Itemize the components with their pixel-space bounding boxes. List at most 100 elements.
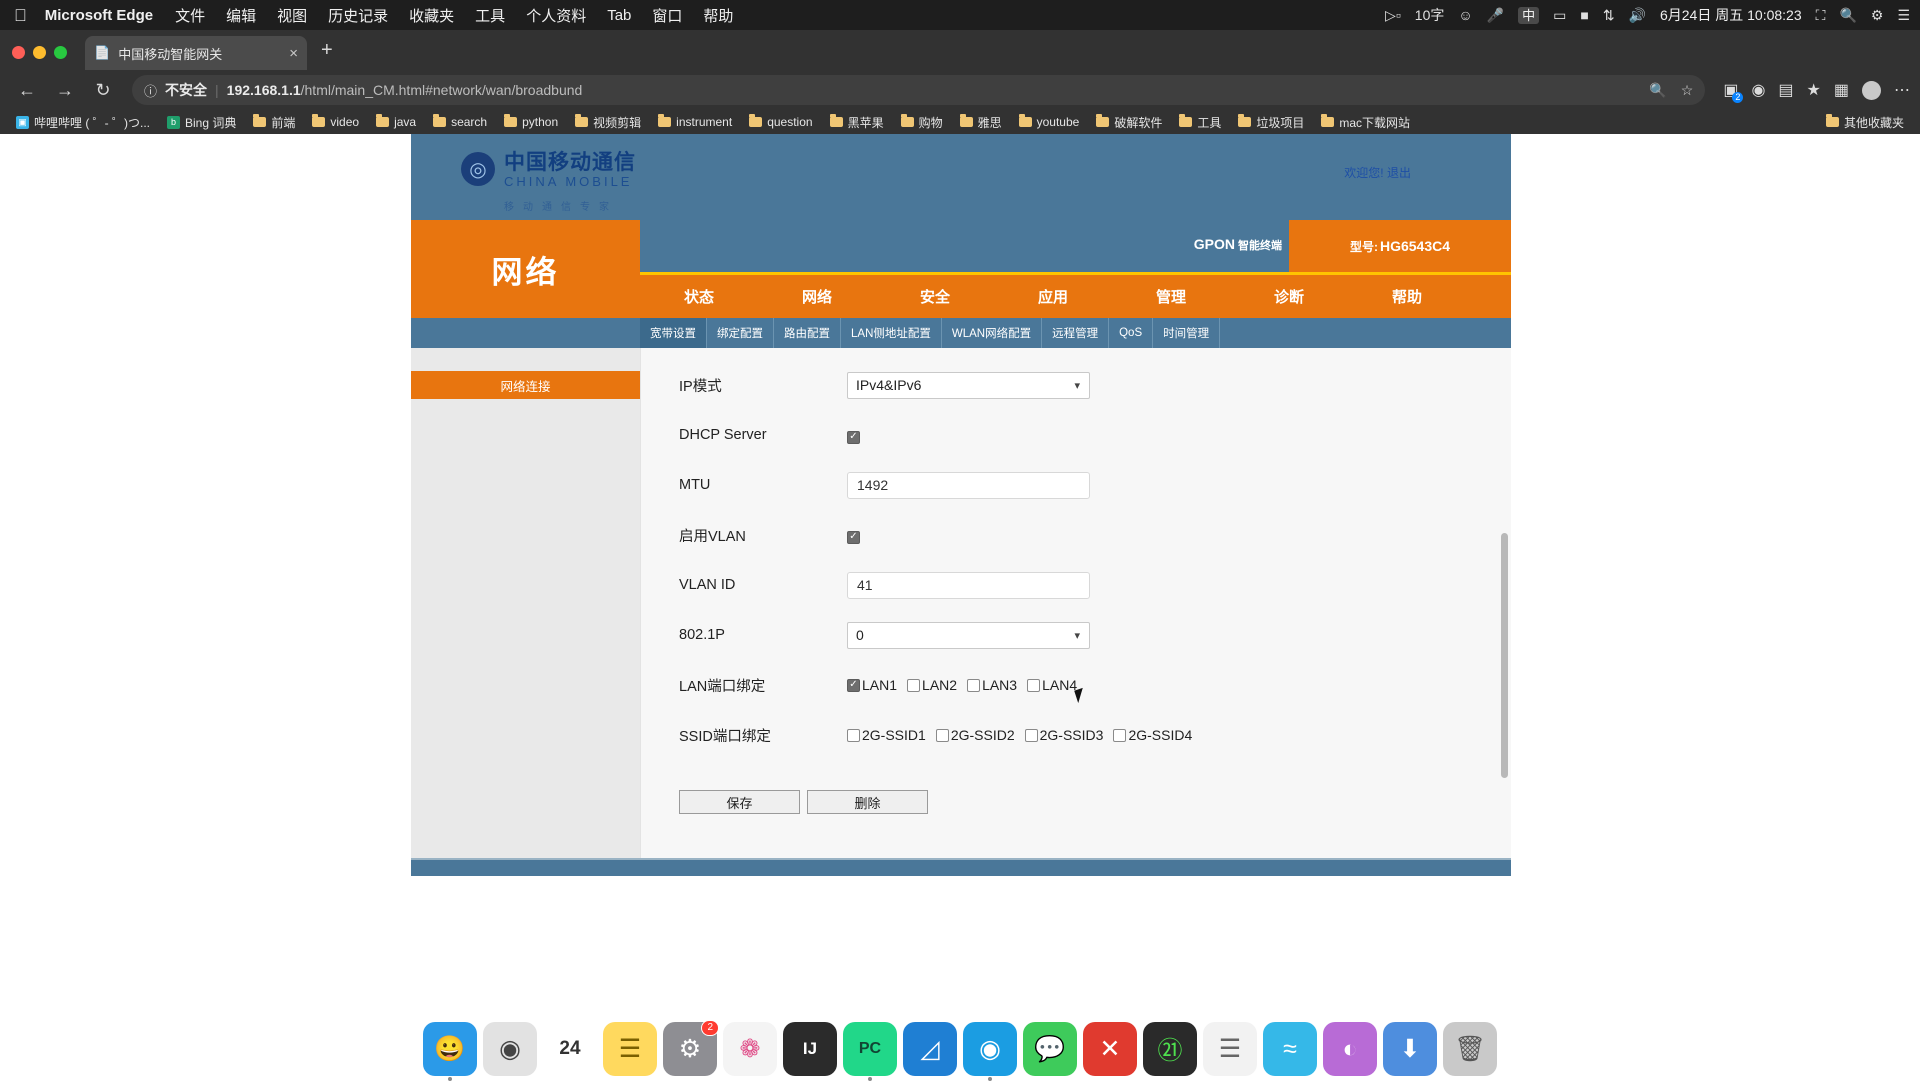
bookmark-item[interactable]: 视频剪辑 <box>569 112 647 133</box>
menu-item-view[interactable]: 视图 <box>277 5 307 26</box>
sidebar-icon[interactable]: ▦ <box>1834 80 1849 100</box>
photos-icon[interactable]: ❁ <box>723 1022 777 1076</box>
battery-icon[interactable]: ■ <box>1580 8 1588 22</box>
maximize-window-button[interactable] <box>54 46 67 59</box>
bookmark-item[interactable]: instrument <box>652 113 738 131</box>
subnav-item-lan-address-config[interactable]: LAN侧地址配置 <box>841 318 942 348</box>
lan3-checkbox[interactable] <box>967 679 980 692</box>
pycharm-icon[interactable]: PC <box>843 1022 897 1076</box>
activity-monitor-icon[interactable]: ㉑ <box>1143 1022 1197 1076</box>
launchpad-icon[interactable]: ◉ <box>483 1022 537 1076</box>
system-settings-icon[interactable]: ⚙2 <box>663 1022 717 1076</box>
ssid-binding-item[interactable]: 2G-SSID2 <box>936 727 1015 743</box>
lan-binding-item[interactable]: LAN1 <box>847 677 897 693</box>
ssid-binding-item[interactable]: 2G-SSID4 <box>1113 727 1192 743</box>
content-scrollbar[interactable] <box>1501 533 1508 778</box>
menu-item-profile[interactable]: 个人资料 <box>526 5 586 26</box>
menu-item-tools[interactable]: 工具 <box>475 5 505 26</box>
bookmark-item[interactable]: 黑苹果 <box>824 112 890 133</box>
intellij-idea-icon[interactable]: IJ <box>783 1022 837 1076</box>
display-icon[interactable]: ▭ <box>1553 8 1566 22</box>
ssid2-checkbox[interactable] <box>936 729 949 742</box>
subnav-item-broadband-settings[interactable]: 宽带设置 <box>640 318 707 348</box>
bookmark-item[interactable]: video <box>306 113 365 131</box>
browser-essentials-icon[interactable]: ◉ <box>1751 80 1765 100</box>
menu-item-tab[interactable]: Tab <box>607 7 631 24</box>
nav-item-help[interactable]: 帮助 <box>1348 286 1466 307</box>
bookmark-item[interactable]: 破解软件 <box>1090 112 1168 133</box>
shortcuts-icon[interactable]: ⛶ <box>1816 8 1826 22</box>
microphone-icon[interactable]: 🎤 <box>1487 8 1504 22</box>
wechat-icon[interactable]: 💬 <box>1023 1022 1077 1076</box>
delete-button[interactable]: 删除 <box>807 790 928 814</box>
trash-icon[interactable]: 🗑 <box>1443 1022 1497 1076</box>
nav-item-network[interactable]: 网络 <box>758 286 876 307</box>
favorites-star-icon[interactable]: ★ <box>1807 80 1821 100</box>
other-bookmarks-button[interactable]: 其他收藏夹 <box>1820 112 1910 133</box>
vlan-id-input[interactable]: 41 <box>847 572 1090 599</box>
wifi-utility-icon[interactable]: ≈ <box>1263 1022 1317 1076</box>
vscode-icon[interactable]: ◿ <box>903 1022 957 1076</box>
notes-icon[interactable]: ☰ <box>603 1022 657 1076</box>
ssid3-checkbox[interactable] <box>1025 729 1038 742</box>
ssid4-checkbox[interactable] <box>1113 729 1126 742</box>
menu-icon[interactable]: ☰ <box>1897 8 1910 22</box>
nav-item-diagnostics[interactable]: 诊断 <box>1230 286 1348 307</box>
downloads-folder-icon[interactable]: ⬇ <box>1383 1022 1437 1076</box>
close-tab-button[interactable]: × <box>289 45 298 62</box>
bookmark-item[interactable]: 前端 <box>247 112 301 133</box>
menu-item-window[interactable]: 窗口 <box>652 5 682 26</box>
finder-icon[interactable]: 😀 <box>423 1022 477 1076</box>
bookmark-item[interactable]: 雅思 <box>954 112 1008 133</box>
lan1-checkbox[interactable] <box>847 679 860 692</box>
bookmark-item[interactable]: python <box>498 113 564 131</box>
color-app-icon[interactable]: ◐ <box>1323 1022 1377 1076</box>
calendar-icon[interactable]: 24 <box>543 1022 597 1076</box>
ssid-binding-item[interactable]: 2G-SSID3 <box>1025 727 1104 743</box>
minimize-window-button[interactable] <box>33 46 46 59</box>
nav-item-status[interactable]: 状态 <box>640 286 758 307</box>
mtu-input[interactable]: 1492 <box>847 472 1090 499</box>
screen-record-icon[interactable]: ▷▫ <box>1385 8 1401 22</box>
ssid-binding-item[interactable]: 2G-SSID1 <box>847 727 926 743</box>
logout-link[interactable]: 退出 <box>1387 166 1411 180</box>
bookmark-item[interactable]: 购物 <box>895 112 949 133</box>
word-count-status[interactable]: 10字 <box>1415 8 1445 22</box>
lan-binding-item[interactable]: LAN2 <box>907 677 957 693</box>
ssid1-checkbox[interactable] <box>847 729 860 742</box>
search-zoom-icon[interactable]: 🔍 <box>1649 82 1666 99</box>
enable-vlan-checkbox[interactable] <box>847 531 860 544</box>
menu-item-edit[interactable]: 编辑 <box>226 5 256 26</box>
menu-item-file[interactable]: 文件 <box>175 5 205 26</box>
bookmark-item[interactable]: question <box>743 113 818 131</box>
nav-item-security[interactable]: 安全 <box>876 286 994 307</box>
active-app-name[interactable]: Microsoft Edge <box>45 7 153 24</box>
lan-binding-item[interactable]: LAN4 <box>1027 677 1077 693</box>
more-options-icon[interactable]: ⋯ <box>1894 80 1910 100</box>
bookmark-item[interactable]: 工具 <box>1173 112 1227 133</box>
text-editor-icon[interactable]: ☰ <box>1203 1022 1257 1076</box>
menu-bar-clock[interactable]: 6月24日 周五 10:08:23 <box>1660 5 1802 25</box>
bluetooth-icon[interactable]: ⇅ <box>1603 8 1615 22</box>
bookmark-item[interactable]: 垃圾项目 <box>1232 112 1310 133</box>
volume-icon[interactable]: 🔊 <box>1629 8 1646 22</box>
subnav-item-binding-config[interactable]: 绑定配置 <box>707 318 774 348</box>
browser-tab[interactable]: 📄 中国移动智能网关 × <box>85 36 307 70</box>
bookmark-item[interactable]: youtube <box>1013 113 1086 131</box>
emoji-icon[interactable]: ☺ <box>1458 8 1472 22</box>
sidebar-item-network-connection[interactable]: 网络连接 <box>411 371 640 399</box>
dot1p-select[interactable]: 0 ▾ <box>847 622 1090 649</box>
apple-logo-icon[interactable]:  <box>14 7 27 24</box>
save-button[interactable]: 保存 <box>679 790 800 814</box>
profile-avatar[interactable] <box>1862 81 1881 100</box>
subnav-item-wlan-config[interactable]: WLAN网络配置 <box>942 318 1042 348</box>
bookmark-item[interactable]: b Bing 词典 <box>161 112 242 133</box>
back-button[interactable]: ← <box>10 75 44 105</box>
menu-item-favorites[interactable]: 收藏夹 <box>409 5 454 26</box>
lan-binding-item[interactable]: LAN3 <box>967 677 1017 693</box>
subnav-item-qos[interactable]: QoS <box>1109 318 1153 348</box>
microsoft-edge-icon[interactable]: ◉ <box>963 1022 1017 1076</box>
lan2-checkbox[interactable] <box>907 679 920 692</box>
nav-item-application[interactable]: 应用 <box>994 286 1112 307</box>
input-method-icon[interactable]: 中 <box>1518 7 1539 24</box>
